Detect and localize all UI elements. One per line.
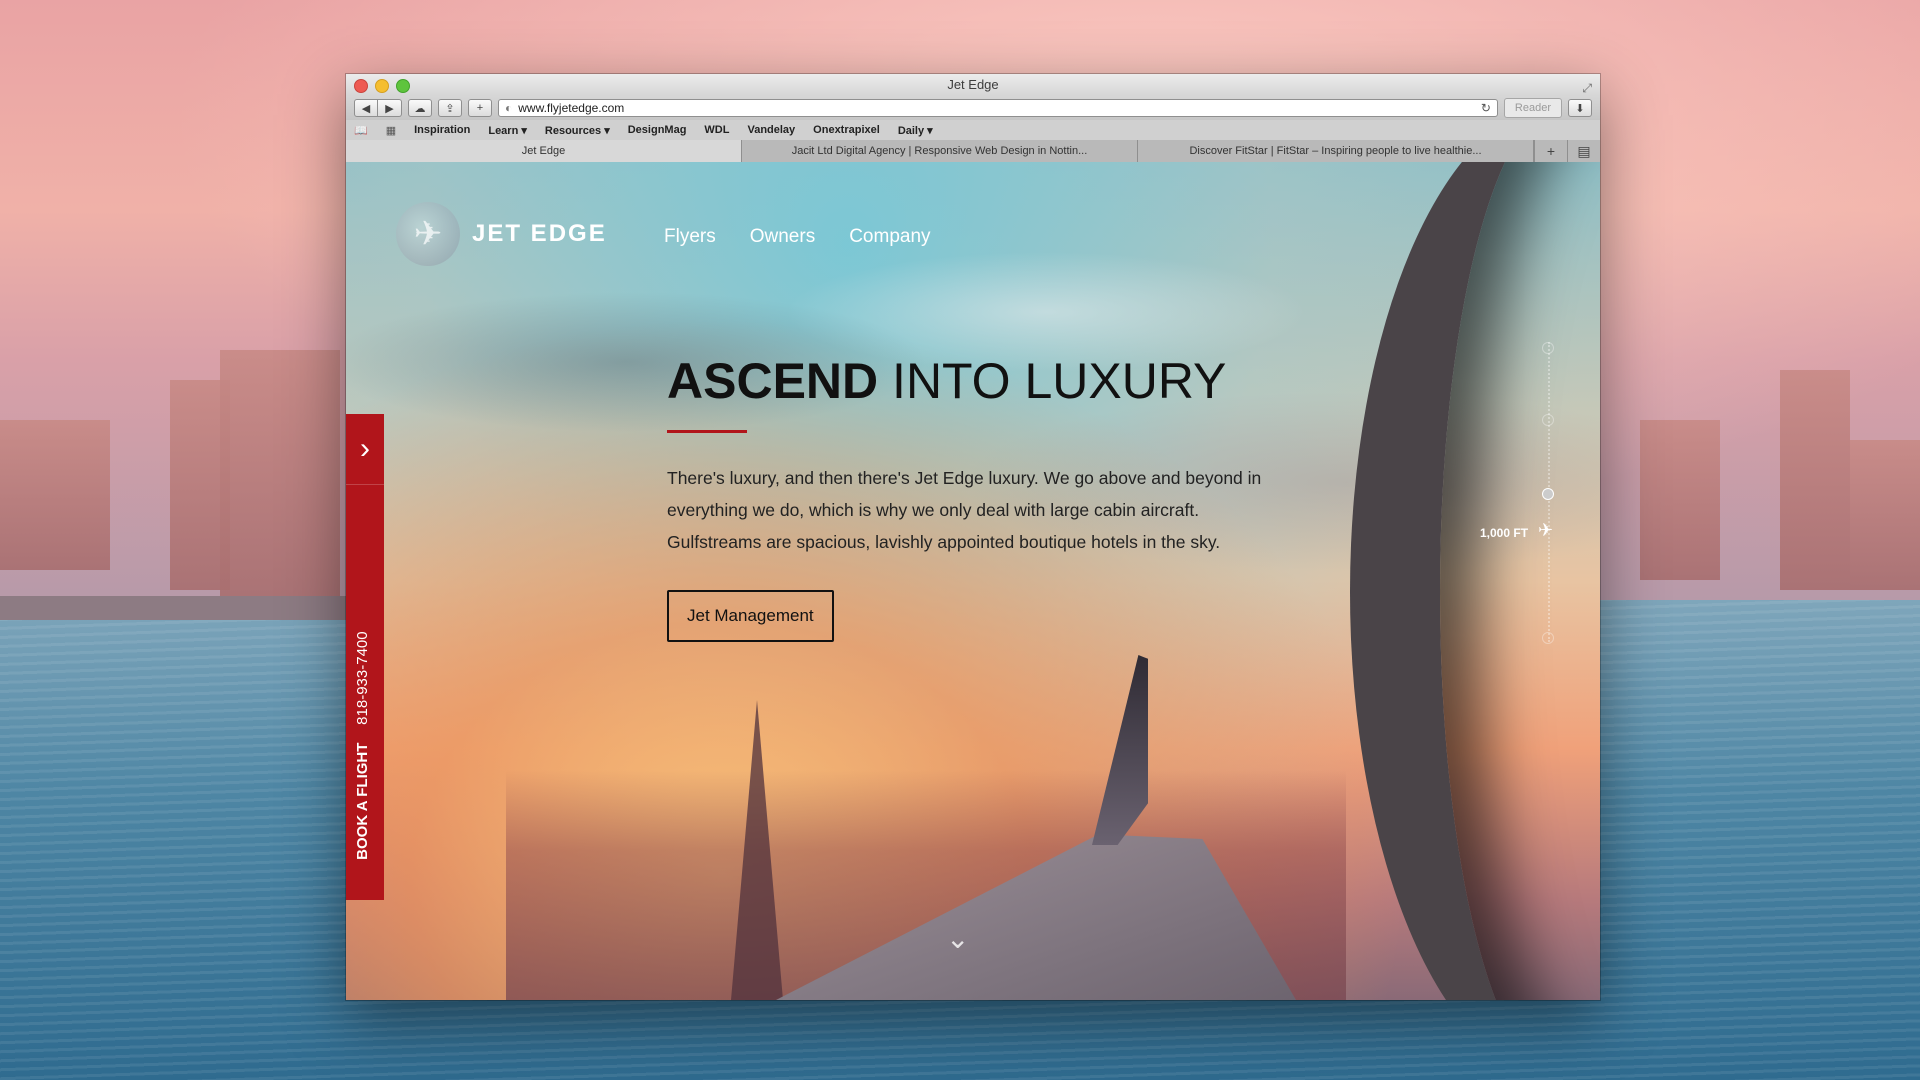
logo-text: JET EDGE: [472, 220, 607, 247]
back-icon: ◀: [361, 102, 371, 115]
forward-button[interactable]: ▶: [378, 99, 402, 117]
reader-button[interactable]: Reader: [1503, 98, 1562, 118]
bookmark-learn[interactable]: Learn ▾: [488, 124, 527, 137]
site-nav: Flyers Owners Company: [664, 226, 931, 248]
share-button[interactable]: ⇪: [438, 99, 462, 117]
plane-icon: ✈: [1538, 520, 1554, 540]
share-icon: ⇪: [445, 102, 455, 115]
bookmark-wdl[interactable]: WDL: [704, 124, 729, 136]
book-a-flight-label: BOOK A FLIGHT: [354, 742, 371, 860]
altitude-dot[interactable]: [1542, 342, 1554, 354]
headline-bold: ASCEND: [667, 353, 879, 409]
tab-jet-edge[interactable]: Jet Edge: [346, 140, 742, 162]
plus-icon: +: [476, 102, 484, 114]
site-favicon-icon: ◐: [505, 101, 513, 115]
hero-headline: ASCEND INTO LUXURY: [667, 352, 1226, 410]
add-bookmark-button[interactable]: +: [468, 99, 492, 117]
minimize-button[interactable]: [375, 79, 389, 93]
tab-jacit[interactable]: Jacit Ltd Digital Agency | Responsive We…: [742, 140, 1138, 162]
nav-company[interactable]: Company: [849, 226, 930, 248]
bookmark-vandelay[interactable]: Vandelay: [747, 124, 795, 136]
nav-flyers[interactable]: Flyers: [664, 226, 716, 248]
desktop-building: [220, 350, 340, 600]
chevron-down-icon[interactable]: ⌄: [946, 922, 969, 955]
cloud-icon: ☁: [414, 102, 426, 115]
bookmark-inspiration[interactable]: Inspiration: [414, 124, 470, 136]
window-title: Jet Edge: [947, 77, 999, 92]
site-logo[interactable]: ✈ JET EDGE: [396, 202, 607, 266]
forward-icon: ▶: [385, 102, 394, 115]
nav-buttons: ◀ ▶: [354, 99, 402, 117]
chevron-right-icon[interactable]: ›: [346, 414, 384, 485]
toolbar: ◀ ▶ ☁ ⇪ + ◐ www.flyjetedge.com ↻ Reader …: [346, 96, 1600, 120]
desktop-building: [0, 420, 110, 570]
bookmark-designmag[interactable]: DesignMag: [628, 124, 687, 136]
traffic-lights: [354, 79, 410, 93]
refresh-icon[interactable]: ↻: [1481, 101, 1491, 115]
bookmark-onextrapixel[interactable]: Onextrapixel: [813, 124, 880, 136]
phone-number[interactable]: 818-933-7400: [354, 631, 371, 724]
downloads-button[interactable]: ⬇: [1568, 99, 1592, 117]
desktop-bridge: [0, 596, 346, 620]
eiffel-tower: [731, 700, 783, 1000]
jet-management-button[interactable]: Jet Management: [667, 590, 834, 642]
tab-bar: Jet Edge Jacit Ltd Digital Agency | Resp…: [346, 140, 1600, 163]
hero-body-text: There's luxury, and then there's Jet Edg…: [667, 468, 1262, 552]
tab-list-button[interactable]: ▤: [1567, 140, 1600, 162]
altitude-dot[interactable]: [1542, 632, 1554, 644]
top-sites-icon[interactable]: ▦: [386, 124, 396, 137]
back-button[interactable]: ◀: [354, 99, 378, 117]
headline-underline: [667, 430, 747, 433]
altitude-label: 1,000 FT: [1480, 526, 1529, 540]
icloud-tabs-button[interactable]: ☁: [408, 99, 432, 117]
logo-plane-icon: ✈: [396, 202, 460, 266]
reading-list-icon[interactable]: 📖: [354, 124, 368, 137]
book-a-flight-text: BOOK A FLIGHT 818-933-7400: [354, 631, 371, 860]
desktop-building: [1780, 370, 1850, 590]
web-page: ✈ JET EDGE Flyers Owners Company › BOOK …: [346, 162, 1600, 1000]
bookmark-daily[interactable]: Daily ▾: [898, 124, 933, 137]
fullscreen-icon[interactable]: ⤢: [1582, 77, 1592, 99]
new-tab-button[interactable]: +: [1534, 140, 1567, 162]
tab-fitstar[interactable]: Discover FitStar | FitStar – Inspiring p…: [1138, 140, 1534, 162]
altitude-dot-active[interactable]: [1542, 488, 1554, 500]
altitude-scroller: 1,000 FT ✈: [1480, 342, 1580, 662]
altitude-dot[interactable]: [1542, 414, 1554, 426]
desktop-building: [1640, 420, 1720, 580]
bookmark-resources[interactable]: Resources ▾: [545, 124, 610, 137]
url-text: www.flyjetedge.com: [518, 101, 625, 115]
browser-window: Jet Edge ⤢ ◀ ▶ ☁ ⇪ + ◐ www.flyjetedge.co…: [346, 74, 1600, 1000]
address-bar[interactable]: ◐ www.flyjetedge.com ↻: [498, 99, 1498, 117]
download-icon: ⬇: [1575, 102, 1585, 115]
bookmarks-bar: 📖 ▦ Inspiration Learn ▾ Resources ▾ Desi…: [346, 120, 1600, 140]
book-a-flight-tab[interactable]: › BOOK A FLIGHT 818-933-7400: [346, 414, 384, 900]
close-button[interactable]: [354, 79, 368, 93]
title-bar: Jet Edge ⤢: [346, 74, 1600, 96]
nav-owners[interactable]: Owners: [750, 226, 815, 248]
headline-light: INTO LUXURY: [892, 353, 1227, 409]
zoom-button[interactable]: [396, 79, 410, 93]
desktop-building: [1850, 440, 1920, 590]
